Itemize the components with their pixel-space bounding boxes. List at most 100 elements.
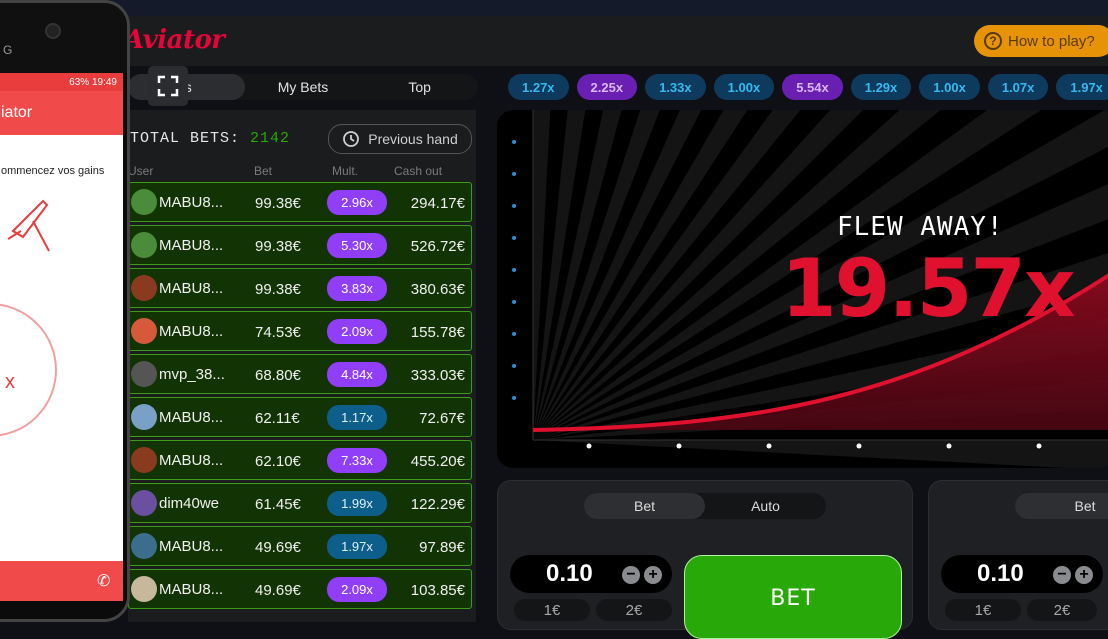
table-row: MABU8... 99.38€ 2.96x 294.17€ — [128, 182, 472, 222]
row-bet: 68.80€ — [255, 367, 301, 384]
tab-auto[interactable]: Auto — [705, 493, 826, 519]
bet-amount-input[interactable]: 0.10 − + — [510, 555, 672, 593]
bet-panel-1-tabs: Bet Auto — [584, 493, 826, 519]
row-user: MABU8... — [159, 237, 224, 254]
phone-app-bar: iator — [0, 91, 123, 135]
bet-panel-2-tabs: Bet — [1015, 493, 1108, 519]
tab-bet[interactable]: Bet — [584, 493, 705, 519]
crash-multiplier: 19.57x — [781, 242, 1076, 335]
row-cashout: 72.67€ — [419, 410, 465, 427]
history-chip[interactable]: 1.00x — [713, 74, 775, 100]
tab-my-bets[interactable]: My Bets — [245, 74, 362, 100]
row-cashout: 97.89€ — [419, 539, 465, 556]
row-multiplier: 4.84x — [327, 362, 387, 387]
how-to-play-button[interactable]: ? How to play? — [974, 25, 1108, 57]
row-multiplier: 1.97x — [327, 534, 387, 559]
bet-amount-value-2: 0.10 — [977, 560, 1024, 587]
x-axis-dot — [766, 443, 772, 449]
tab-bet-2[interactable]: Bet — [1015, 493, 1108, 519]
row-bet: 99.38€ — [255, 195, 301, 212]
top-strip — [0, 0, 1108, 16]
row-multiplier: 1.99x — [327, 491, 387, 516]
quick-bet-2-2[interactable]: 2€ — [1027, 599, 1097, 621]
total-bets-value: 2142 — [250, 130, 291, 147]
phone-circle — [0, 303, 57, 437]
question-icon: ? — [984, 32, 1002, 50]
table-row: MABU8... 62.10€ 7.33x 455.20€ — [128, 440, 472, 480]
row-cashout: 155.78€ — [410, 324, 465, 341]
phone-brand: G — [3, 43, 13, 57]
phone-status-bar: 63% 19:49 — [0, 73, 123, 91]
bet-button[interactable]: BET — [684, 555, 902, 639]
row-user: MABU8... — [159, 538, 224, 555]
row-bet: 61.45€ — [255, 496, 301, 513]
tab-top[interactable]: Top — [361, 74, 478, 100]
row-cashout: 455.20€ — [410, 453, 465, 470]
row-cashout: 526.72€ — [410, 238, 465, 255]
avatar — [131, 404, 157, 430]
row-cashout: 380.63€ — [410, 281, 465, 298]
bets-list: MABU8... 99.38€ 2.96x 294.17€ MABU8... 99.38€… — [128, 182, 472, 612]
bet-amount-value: 0.10 — [546, 560, 593, 587]
game-canvas: FLEW AWAY! 19.57x — [497, 110, 1108, 468]
history-chip[interactable]: 1.00x — [919, 74, 980, 100]
row-cashout: 333.03€ — [410, 367, 465, 384]
phone-status-text: 63% 19:49 — [69, 76, 117, 88]
history-chip[interactable]: 1.27x — [508, 74, 569, 100]
history-chip[interactable]: 1.97x — [1056, 74, 1108, 100]
table-row: MABU8... 62.11€ 1.17x 72.67€ — [128, 397, 472, 437]
total-bets-label: TOTAL BETS: — [130, 130, 241, 147]
row-multiplier: 2.09x — [327, 577, 387, 602]
y-axis-dot — [512, 332, 516, 336]
row-cashout: 103.85€ — [410, 582, 465, 599]
quick-bet-2[interactable]: 2€ — [596, 599, 672, 621]
history-chip[interactable]: 1.29x — [850, 74, 912, 100]
how-to-play-label: How to play? — [1008, 32, 1095, 50]
fullscreen-button[interactable] — [148, 66, 188, 106]
col-mult: Mult. — [332, 164, 359, 178]
x-axis-dot — [586, 443, 592, 449]
history-chip[interactable]: 2.25x — [576, 74, 638, 100]
row-user: MABU8... — [159, 452, 224, 469]
aviator-logo: Aviator — [124, 25, 225, 55]
history-chip[interactable]: 1.07x — [987, 74, 1049, 100]
plane-icon — [7, 199, 50, 252]
minus-button-2[interactable]: − — [1053, 566, 1071, 584]
col-bet: Bet — [254, 164, 273, 178]
avatar — [131, 490, 157, 516]
table-row: mvp_38... 68.80€ 4.84x 333.03€ — [128, 354, 472, 394]
history-chip[interactable]: 1.33x — [645, 74, 706, 100]
row-multiplier: 3.83x — [327, 276, 387, 301]
y-axis-dot — [512, 268, 516, 272]
row-bet: 74.53€ — [255, 324, 301, 341]
avatar — [131, 576, 157, 602]
row-multiplier: 1.17x — [327, 405, 387, 430]
column-headers: User Bet Mult. Cash out — [128, 164, 476, 180]
row-multiplier: 7.33x — [327, 448, 387, 473]
table-row: MABU8... 74.53€ 2.09x 155.78€ — [128, 311, 472, 351]
row-bet: 62.10€ — [255, 453, 301, 470]
history-icon — [343, 131, 360, 147]
quick-bet-2-1[interactable]: 1€ — [945, 599, 1021, 621]
phone-call-icon[interactable]: ✆ — [97, 571, 110, 591]
bet-panel-1: Bet Auto 0.10 − + 1€ 2€ BET — [497, 480, 913, 639]
plus-button-2[interactable]: + — [1075, 566, 1093, 584]
row-cashout: 122.29€ — [410, 496, 465, 513]
col-cashout: Cash out — [394, 164, 443, 178]
x-axis-dot — [856, 443, 862, 449]
avatar — [131, 447, 157, 473]
multiplier-history: 1.27x 2.25x 1.33x 1.00x 5.54x 1.29x 1.00x 1.07x… — [508, 74, 1108, 100]
plus-button[interactable]: + — [644, 566, 662, 584]
row-multiplier: 2.09x — [327, 319, 387, 344]
row-multiplier: 2.96x — [327, 190, 387, 215]
previous-hand-button[interactable]: Previous hand — [328, 124, 472, 154]
y-axis-dot — [512, 172, 516, 176]
y-axis-dot — [512, 364, 516, 368]
bet-amount-input-2[interactable]: 0.10 − + — [941, 555, 1103, 593]
minus-button[interactable]: − — [622, 566, 640, 584]
previous-hand-label: Previous hand — [368, 131, 458, 147]
avatar — [131, 533, 157, 559]
quick-bet-1[interactable]: 1€ — [514, 599, 590, 621]
history-chip[interactable]: 5.54x — [782, 74, 843, 100]
row-cashout: 294.17€ — [410, 195, 465, 212]
